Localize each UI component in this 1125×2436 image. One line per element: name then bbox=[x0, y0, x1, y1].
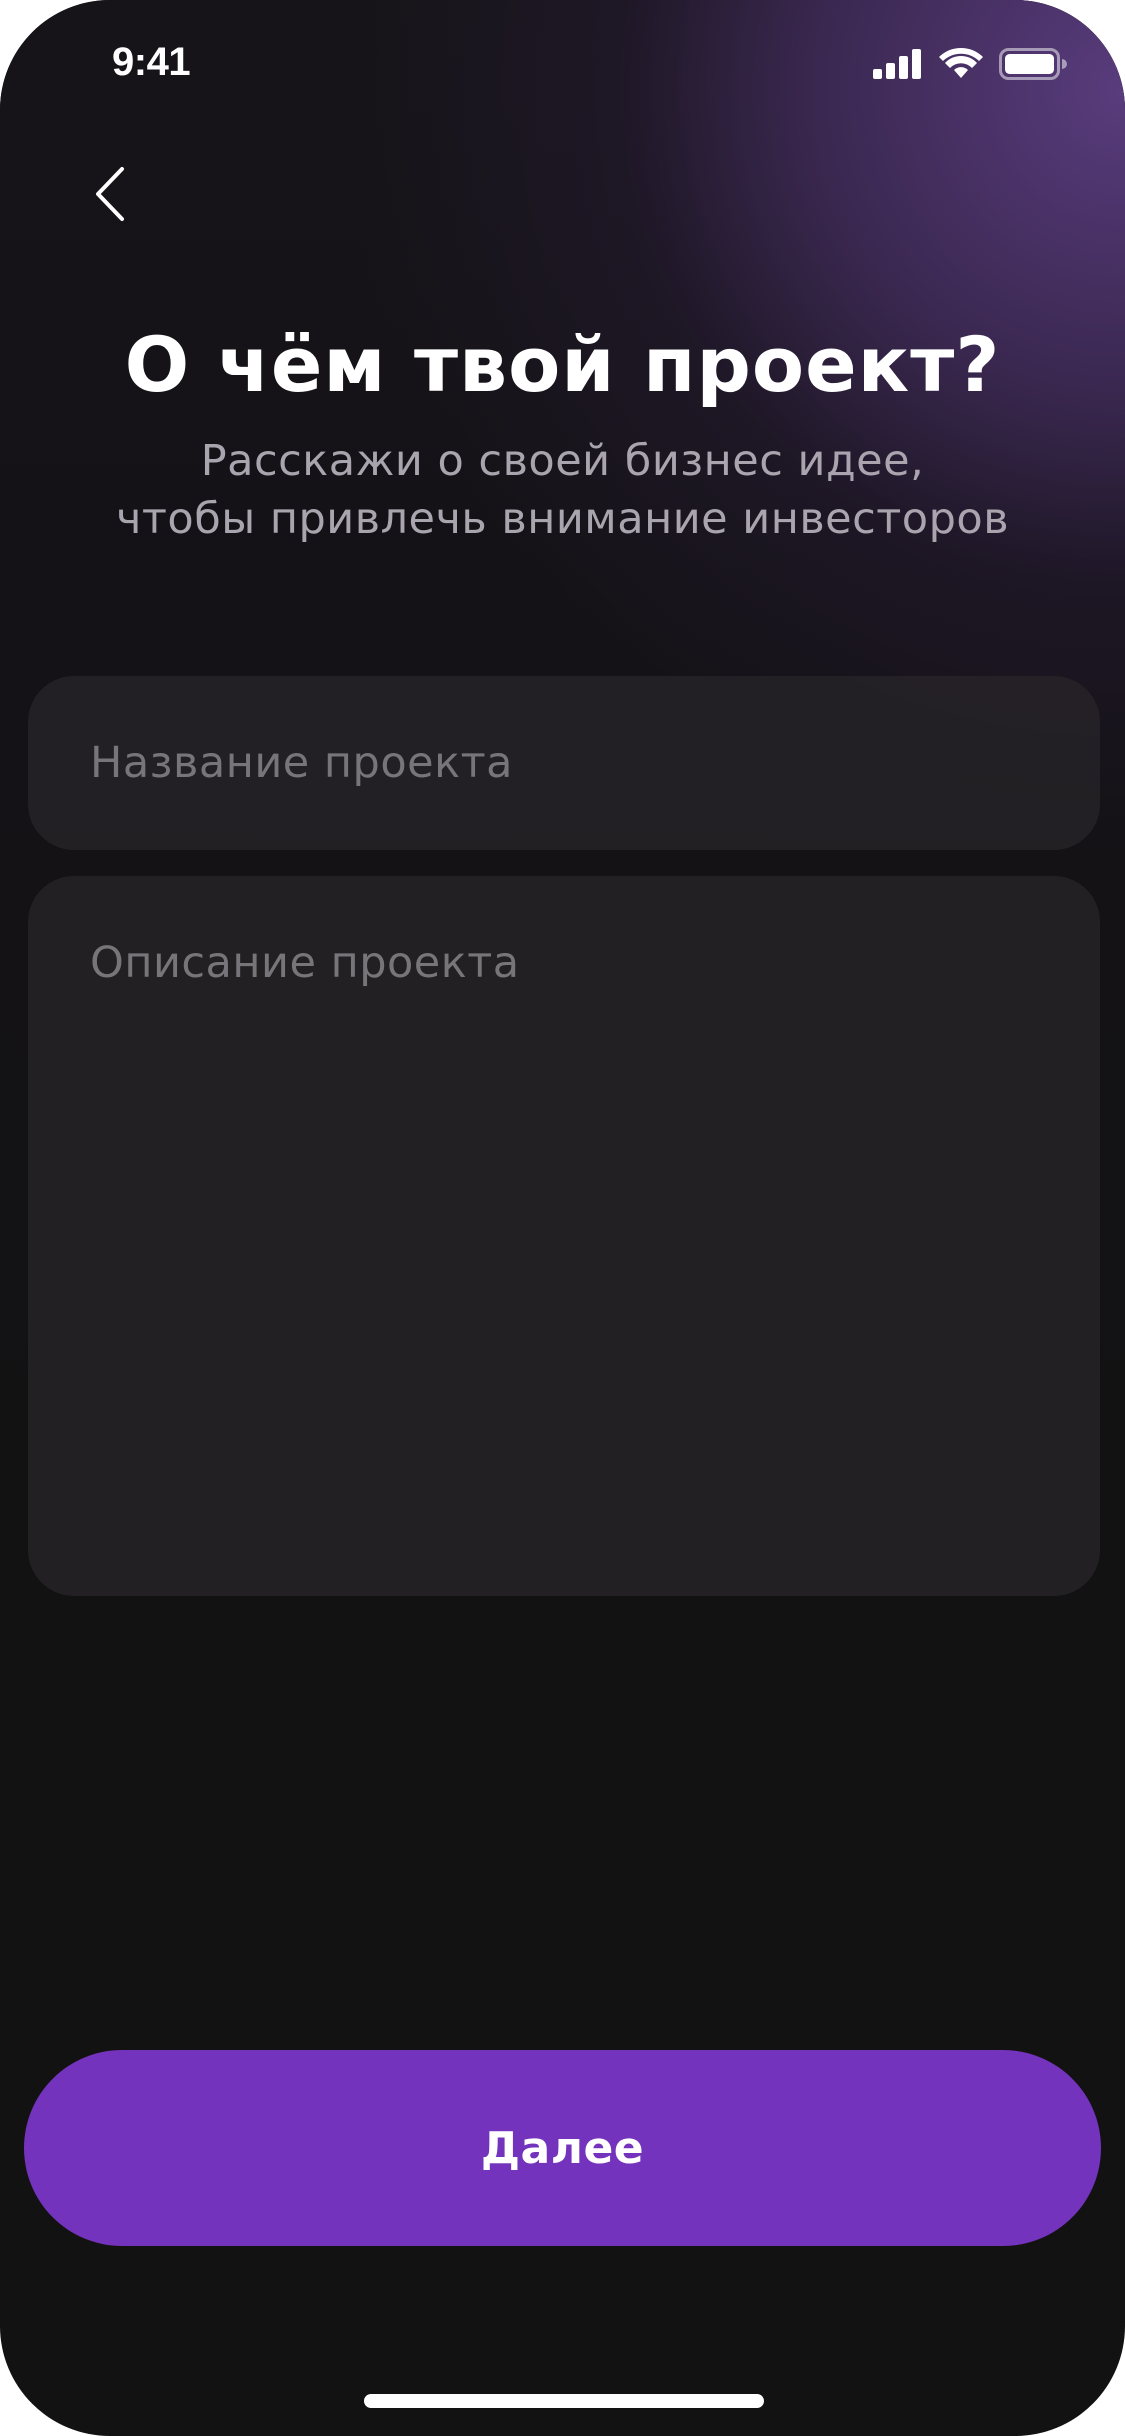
next-button[interactable]: Далее bbox=[24, 2050, 1101, 2246]
status-icons bbox=[873, 48, 1067, 84]
project-description-input[interactable] bbox=[28, 876, 1100, 1596]
home-indicator bbox=[364, 2394, 764, 2408]
project-name-field[interactable] bbox=[28, 676, 1100, 850]
cellular-signal-icon bbox=[873, 49, 923, 83]
page-subtitle: Расскажи о своей бизнес идее, чтобы прив… bbox=[60, 432, 1065, 548]
page-title: О чём твой проект? bbox=[124, 320, 1001, 409]
project-description-field[interactable] bbox=[28, 876, 1100, 1596]
subtitle-line-1: Расскажи о своей бизнес идее, bbox=[200, 436, 925, 486]
battery-icon bbox=[999, 48, 1067, 84]
back-button[interactable] bbox=[82, 160, 138, 232]
wifi-icon bbox=[939, 48, 983, 84]
project-name-input[interactable] bbox=[28, 676, 1100, 850]
phone-screen: 9:41 О чём твой проект? Расскажи о своей… bbox=[0, 0, 1125, 2436]
status-time: 9:41 bbox=[112, 40, 191, 84]
chevron-left-icon bbox=[94, 166, 126, 226]
subtitle-line-2: чтобы привлечь внимание инвесторов bbox=[115, 494, 1010, 544]
